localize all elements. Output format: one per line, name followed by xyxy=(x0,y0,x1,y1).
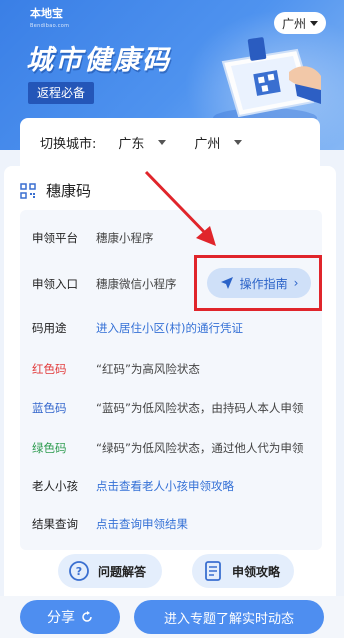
row-value: “绿码”为低风险状态，通过他人代为申领 xyxy=(96,441,304,455)
topic-button[interactable]: 进入专题了解实时动态 xyxy=(134,600,324,634)
usage-link[interactable]: 进入居住小区(村)的通行凭证 xyxy=(96,320,243,336)
province-value: 广东 xyxy=(118,136,145,152)
row-value: “蓝码”为低风险状态，由持码人本人申领 xyxy=(96,401,304,415)
info-row-blue-code: 蓝色码 “蓝码”为低风险状态，由持码人本人申领 xyxy=(32,400,303,416)
phone-illustration xyxy=(213,37,321,128)
chevron-down-icon xyxy=(158,139,167,145)
row-key: 红色码 xyxy=(32,362,67,376)
row-value: 穗康微信小程序 xyxy=(96,277,177,291)
refresh-icon xyxy=(82,611,92,622)
qr-code-icon xyxy=(20,182,36,199)
row-key: 蓝色码 xyxy=(32,401,67,415)
info-row-result-query[interactable]: 结果查询 点击查询申领结果 xyxy=(32,516,188,532)
city-selector: 切换城市: 广东 广州 xyxy=(20,118,320,166)
row-key: 申领平台 xyxy=(32,231,78,245)
row-value: 穗康小程序 xyxy=(96,231,154,245)
row-value: “红码”为高风险状态 xyxy=(96,362,200,376)
row-key: 老人小孩 xyxy=(32,479,78,493)
info-row-usage[interactable]: 码用途 进入居住小区(村)的通行凭证 xyxy=(32,320,243,336)
share-label: 分享 xyxy=(47,610,75,626)
highlight-box xyxy=(194,255,322,311)
row-key: 绿色码 xyxy=(32,441,67,455)
current-city-label: 广州 xyxy=(281,16,306,31)
application-guide-button[interactable]: 申领攻略 xyxy=(192,554,294,588)
city-dropdown[interactable]: 广州 xyxy=(194,133,243,152)
city-switch-button[interactable]: 广州 xyxy=(274,12,326,34)
page-title: 城市健康码 xyxy=(26,45,171,76)
info-row-platform: 申领平台 穗康小程序 xyxy=(32,230,154,246)
info-row-elderly-children[interactable]: 老人小孩 点击查看老人小孩申领攻略 xyxy=(32,478,234,494)
banner-tag: 返程必备 xyxy=(28,82,95,104)
row-key: 申领入口 xyxy=(32,277,78,291)
city-value: 广州 xyxy=(194,136,221,152)
document-icon xyxy=(205,561,221,581)
info-row-red-code: 红色码 “红码”为高风险状态 xyxy=(32,361,200,377)
logo-subtext: Bendibao.com xyxy=(30,23,70,29)
faq-button[interactable]: ? 问题解答 xyxy=(58,554,162,588)
svg-text:?: ? xyxy=(76,565,82,578)
section-title: 穗康码 xyxy=(46,182,92,200)
info-row-entry: 申领入口 穗康微信小程序 xyxy=(32,276,177,292)
info-row-green-code: 绿色码 “绿码”为低风险状态，通过他人代为申领 xyxy=(32,440,303,456)
city-selector-label: 切换城市: xyxy=(40,136,97,152)
row-key: 码用途 xyxy=(32,321,67,335)
application-guide-label: 申领攻略 xyxy=(232,564,281,579)
elderly-children-link[interactable]: 点击查看老人小孩申领攻略 xyxy=(96,478,234,494)
chevron-down-icon xyxy=(310,20,318,26)
section-header: 穗康码 xyxy=(20,180,91,201)
row-key: 结果查询 xyxy=(32,517,78,531)
chevron-down-icon xyxy=(234,139,243,145)
site-logo: 本地宝 Bendibao.com xyxy=(30,8,69,32)
logo-text: 本地宝 xyxy=(30,7,63,20)
result-query-link[interactable]: 点击查询申领结果 xyxy=(96,516,188,532)
share-button[interactable]: 分享 xyxy=(20,600,120,634)
faq-label: 问题解答 xyxy=(98,564,147,579)
question-icon: ? xyxy=(69,561,89,581)
province-dropdown[interactable]: 广东 xyxy=(118,133,167,152)
